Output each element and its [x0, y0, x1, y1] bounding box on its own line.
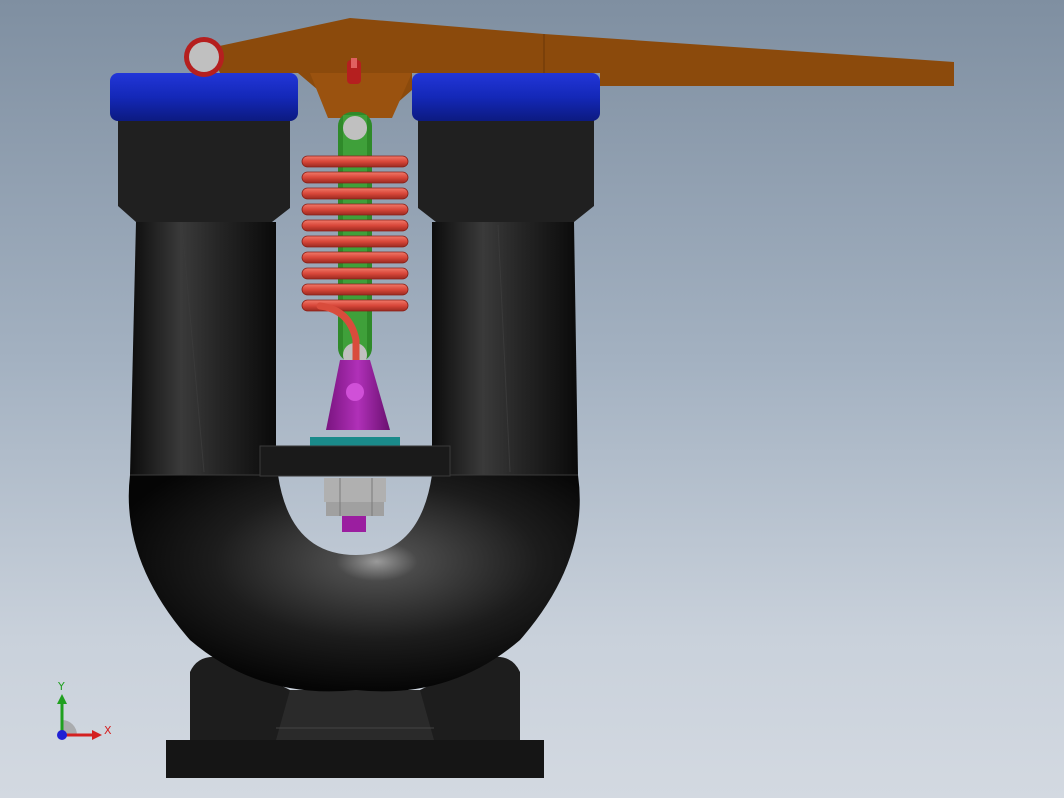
cad-viewport[interactable]: Y X	[0, 0, 1064, 798]
x-axis-label: X	[104, 724, 112, 737]
z-axis-dot	[57, 730, 67, 740]
spring-coil	[301, 283, 409, 296]
right-cap	[412, 73, 600, 121]
spring-coil	[301, 203, 409, 216]
spring-coil	[301, 155, 409, 168]
spring-coil	[301, 267, 409, 280]
spring-coil	[301, 171, 409, 184]
pivot-pin	[184, 37, 224, 77]
spring-coil	[301, 251, 409, 264]
cross-plate	[259, 445, 451, 477]
nut-stack	[324, 478, 386, 532]
y-axis-label: Y	[57, 680, 65, 693]
washer	[310, 437, 400, 446]
bracket	[326, 360, 390, 430]
spring-coil	[301, 235, 409, 248]
spring-coil	[301, 219, 409, 232]
lever-pin	[347, 58, 361, 84]
model-canvas[interactable]: Y X	[0, 0, 1064, 798]
spring-coil	[301, 187, 409, 200]
left-cap	[110, 73, 298, 121]
coordinate-triad: Y X	[57, 680, 112, 740]
